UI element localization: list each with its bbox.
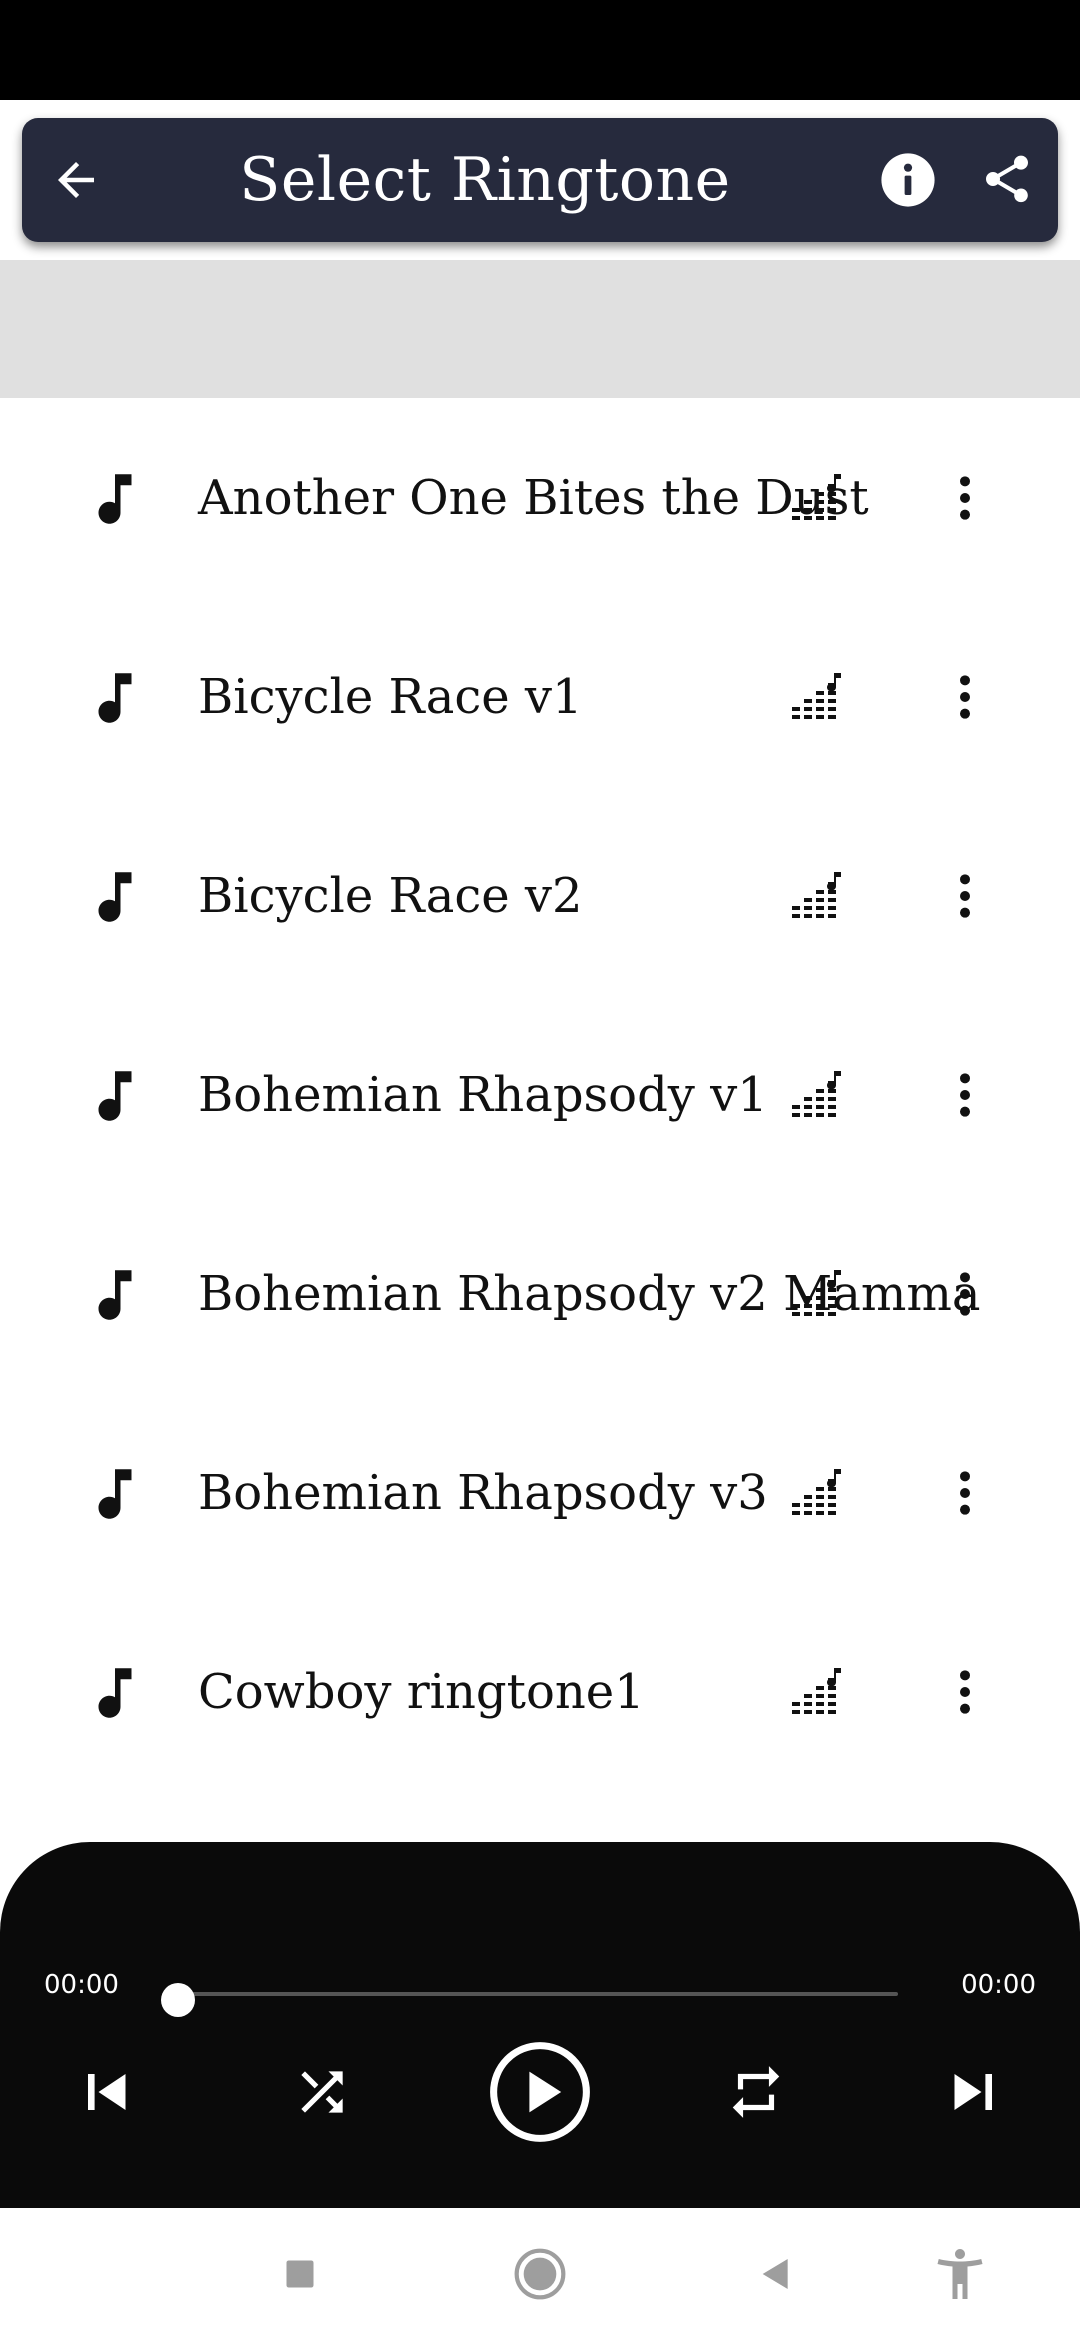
skip-previous-icon (88, 2074, 126, 2110)
app-bar: Select Ringtone (22, 118, 1058, 242)
recents-button[interactable] (264, 2238, 336, 2310)
equalizer-button[interactable] (790, 1467, 844, 1521)
info-button[interactable] (878, 150, 938, 210)
share-button[interactable] (974, 146, 1040, 212)
seek-thumb[interactable] (161, 1983, 195, 2017)
accessibility-icon (937, 2249, 983, 2299)
page-title: Select Ringtone (239, 145, 731, 215)
music-note-icon (98, 1469, 132, 1519)
equalizer-icon (792, 1071, 841, 1117)
repeat-button[interactable] (718, 2054, 794, 2130)
ringtone-row[interactable]: Bohemian Rhapsody v1 (0, 995, 1080, 1194)
ringtone-name: Another One Bites the Dust (198, 469, 869, 526)
accessibility-button[interactable] (924, 2238, 996, 2310)
equalizer-icon (792, 474, 841, 520)
ringtone-name: Cowboy ringtone1 (198, 1663, 645, 1720)
more-vert-icon (960, 675, 970, 719)
play-button[interactable] (484, 2036, 596, 2148)
equalizer-button[interactable] (790, 870, 844, 924)
music-note-icon (98, 1270, 132, 1320)
music-note-icon (98, 1071, 132, 1121)
equalizer-icon (792, 1668, 841, 1714)
music-note-icon-wrap (82, 1457, 148, 1531)
ringtone-row[interactable]: Bicycle Race v2 (0, 796, 1080, 995)
ringtone-name: Bohemian Rhapsody v1 (198, 1066, 768, 1123)
more-options-button[interactable] (940, 1654, 990, 1730)
shuffle-button[interactable] (284, 2054, 360, 2130)
ringtone-name: Bohemian Rhapsody v2 Mamma (198, 1265, 981, 1322)
music-player: 00:00 00:00 (0, 1842, 1080, 2208)
ringtone-row[interactable]: Bohemian Rhapsody v2 Mamma (0, 1194, 1080, 1393)
ringtone-name: Bicycle Race v2 (198, 867, 583, 924)
skip-next-icon (954, 2074, 992, 2110)
info-icon (881, 153, 935, 207)
equalizer-icon (792, 872, 841, 918)
music-note-icon-wrap (82, 462, 148, 536)
ringtone-list: Another One Bites the Dust Bicycle Race v… (0, 398, 1080, 1843)
recents-square-icon (286, 2260, 314, 2288)
share-icon (986, 155, 1028, 203)
music-note-icon (98, 872, 132, 922)
home-circle-icon (514, 2248, 566, 2300)
music-note-icon-wrap (82, 661, 148, 735)
music-note-icon-wrap (82, 1059, 148, 1133)
music-note-icon-wrap (82, 1656, 148, 1730)
home-button[interactable] (504, 2238, 576, 2310)
more-options-button[interactable] (940, 659, 990, 735)
status-bar (0, 0, 1080, 100)
ad-banner (0, 260, 1080, 398)
repeat-icon (732, 2066, 780, 2118)
ringtone-row[interactable]: Bohemian Rhapsody v3 (0, 1393, 1080, 1592)
system-nav-bar (0, 2208, 1080, 2340)
more-options-button[interactable] (940, 1256, 990, 1332)
duration-time: 00:00 (961, 1970, 1036, 2000)
ringtone-name: Bicycle Race v1 (198, 668, 583, 725)
more-options-button[interactable] (940, 1455, 990, 1531)
music-note-icon-wrap (82, 860, 148, 934)
equalizer-icon (792, 1469, 841, 1515)
music-note-icon (98, 673, 132, 723)
music-note-icon (98, 1668, 132, 1718)
more-options-button[interactable] (940, 858, 990, 934)
seek-bar[interactable] (178, 1992, 898, 1996)
more-options-button[interactable] (940, 1057, 990, 1133)
ringtone-row[interactable]: Cowboy ringtone1 (0, 1592, 1080, 1791)
more-vert-icon (960, 1471, 970, 1515)
more-vert-icon (960, 1272, 970, 1316)
more-options-button[interactable] (940, 460, 990, 536)
equalizer-icon (792, 1270, 841, 1316)
more-vert-icon (960, 874, 970, 918)
play-icon (490, 2042, 590, 2142)
back-button[interactable] (40, 144, 112, 216)
shuffle-icon (301, 2071, 343, 2113)
ringtone-name: Bohemian Rhapsody v3 (198, 1464, 768, 1521)
ringtone-row[interactable]: Another One Bites the Dust (0, 398, 1080, 597)
equalizer-button[interactable] (790, 472, 844, 526)
equalizer-button[interactable] (790, 1069, 844, 1123)
equalizer-button[interactable] (790, 1666, 844, 1720)
system-back-button[interactable] (740, 2238, 812, 2310)
more-vert-icon (960, 1073, 970, 1117)
equalizer-button[interactable] (790, 671, 844, 725)
back-arrow-icon (58, 162, 94, 198)
equalizer-button[interactable] (790, 1268, 844, 1322)
music-note-icon (98, 474, 132, 524)
previous-button[interactable] (64, 2050, 148, 2134)
back-triangle-icon (762, 2259, 788, 2289)
more-vert-icon (960, 476, 970, 520)
current-time: 00:00 (44, 1970, 119, 2000)
ringtone-row[interactable]: Bicycle Race v1 (0, 597, 1080, 796)
next-button[interactable] (932, 2050, 1016, 2134)
music-note-icon-wrap (82, 1258, 148, 1332)
more-vert-icon (960, 1670, 970, 1714)
equalizer-icon (792, 673, 841, 719)
